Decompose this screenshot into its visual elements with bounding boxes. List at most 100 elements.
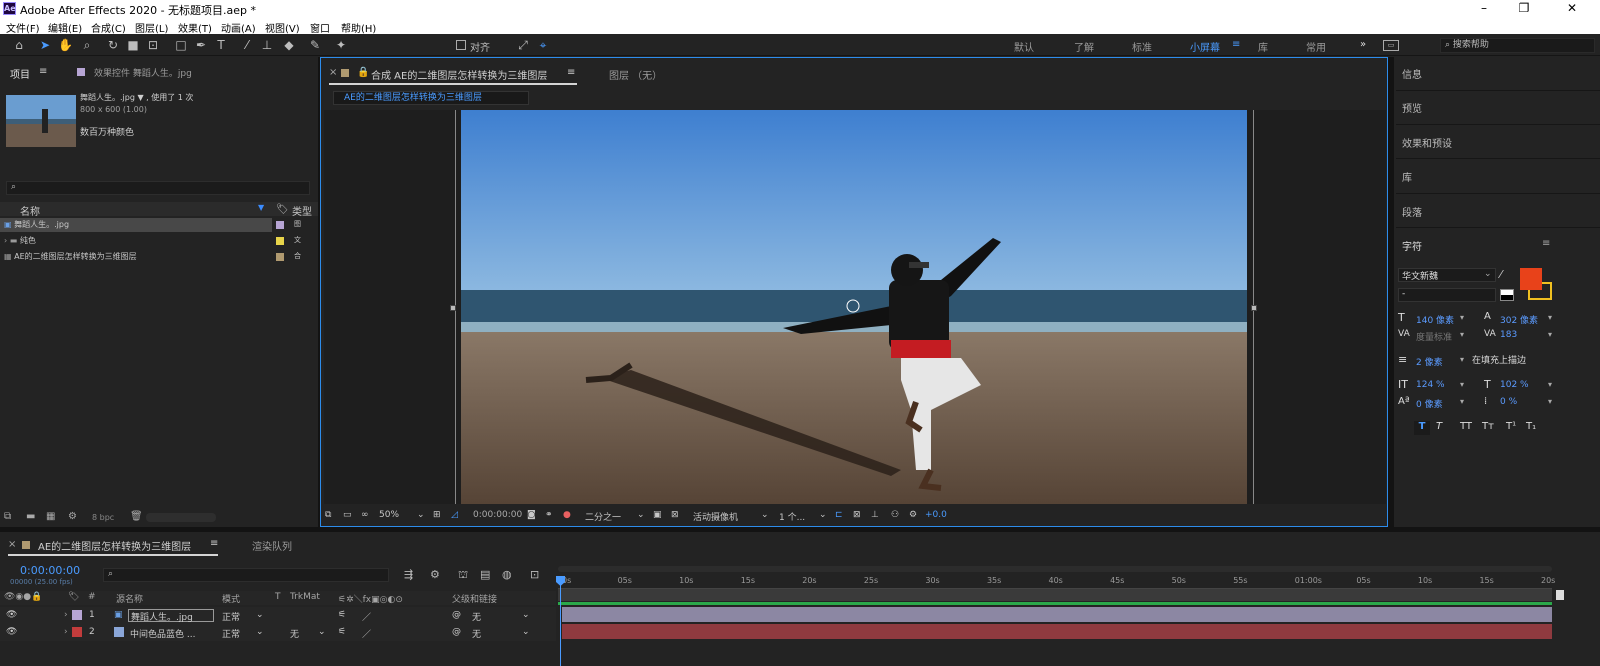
chevron-down-icon[interactable]: ▾ [1460,380,1464,389]
expand-arrow-icon[interactable]: › [64,627,68,637]
type-column-header[interactable]: 类型 [292,203,312,218]
layer-label-color[interactable] [72,610,82,620]
composition-frame-image[interactable] [461,110,1247,504]
more-workspaces-button[interactable]: » [1360,39,1366,50]
trkmat-select[interactable]: 无 [290,627,299,640]
fill-color-swatch[interactable] [1520,268,1542,290]
close-button[interactable]: ✕ [1552,0,1592,18]
character-menu-icon[interactable]: ≡ [1542,238,1550,249]
snap-icon[interactable]: ⤢ [516,38,530,52]
menu-effect[interactable]: 效果(T) [178,20,212,35]
motion-blur-icon[interactable]: ⚇ [891,510,899,520]
timeline-tab-menu-icon[interactable]: ≡ [210,538,218,549]
faux-bold-button[interactable]: T [1414,421,1430,435]
stroke-mode-select[interactable]: 在填充上描边 [1472,353,1554,367]
project-tab-menu-icon[interactable]: ≡ [39,66,47,77]
new-folder-icon[interactable]: ▬ [26,511,35,522]
tracking-value[interactable]: 183 [1500,330,1517,340]
minimize-button[interactable]: – [1464,0,1504,18]
chevron-down-icon[interactable]: ▾ [1548,330,1552,339]
layer-mode-select[interactable]: 正常 [222,627,240,640]
monitor-icon[interactable]: ▭ [343,510,352,520]
work-area-range[interactable] [558,589,1552,601]
project-folder-row[interactable]: › ▬ 纯色 [4,234,36,247]
effects-presets-panel-header[interactable]: 效果和预设 [1402,135,1452,150]
frame-handle-right[interactable] [1251,305,1257,311]
delete-icon[interactable]: 🗑 [130,511,143,522]
rectangle-tool-icon[interactable]: □ [174,38,188,52]
shy-switch-icon[interactable]: ⚟ [338,627,346,637]
parent-select[interactable]: 无 [472,627,481,640]
toggle-pixel-aspect-icon[interactable]: ⊏ [835,510,843,520]
pen-tool-icon[interactable]: ✒ [194,38,208,52]
chevron-down-icon[interactable]: ⌄ [819,510,827,520]
eyedropper-icon[interactable]: ⁄ [1500,268,1502,281]
all-caps-button[interactable]: TT [1460,421,1472,432]
view-layout-select[interactable]: 1 个... [779,510,805,523]
new-comp-icon[interactable]: ▦ [46,511,55,522]
home-icon[interactable]: ⌂ [12,38,26,52]
paragraph-panel-header[interactable]: 段落 [1402,204,1422,219]
t-column-header[interactable]: T [275,592,281,602]
chevron-down-icon[interactable]: ⌄ [522,610,530,620]
chevron-down-icon[interactable]: ▾ [1548,397,1552,406]
layer-name[interactable]: 舞蹈人生。.jpg [128,609,214,623]
workspace-learn[interactable]: 了解 [1074,39,1094,54]
expand-arrow-icon[interactable]: › [64,610,68,620]
horizontal-scale-value[interactable]: 102 % [1500,380,1529,390]
default-colors-icon[interactable] [1500,289,1514,301]
frame-handle-left[interactable] [450,305,456,311]
chevron-down-icon[interactable]: ⌄ [637,510,645,520]
shy-switch-icon[interactable]: ⚟ [338,610,346,620]
label-column-icon[interactable]: 🏷 [276,204,289,215]
zoom-slider-handle[interactable] [1556,590,1564,600]
layer-1-duration-bar[interactable] [562,607,1552,622]
chevron-down-icon[interactable]: ⌄ [761,510,769,520]
layer-name[interactable]: 中间色品蓝色 ... [130,627,195,640]
chevron-down-icon[interactable]: ▾ [1548,313,1552,322]
timeline-timecode[interactable]: 0:00:00:00 [20,564,80,577]
resolution-select[interactable]: 二分之一 [585,510,621,523]
chevron-down-icon[interactable]: ▾ [1460,355,1464,364]
lock-icon[interactable]: 🔒 [357,67,369,78]
font-style-select[interactable]: - [1398,288,1496,302]
bit-depth-button[interactable]: 8 bpc [92,513,114,522]
draft-3d-icon[interactable]: ⚙ [430,568,440,581]
layer-viewer-tab[interactable]: 图层 （无） [609,67,662,82]
render-queue-tab[interactable]: 渲染队列 [252,538,292,553]
vertical-scale-value[interactable]: 124 % [1416,380,1445,390]
layer-2-duration-bar[interactable] [562,624,1552,639]
type-tool-icon[interactable]: T [214,38,228,52]
chevron-down-icon[interactable]: ⌄ [256,610,264,620]
exposure-icon[interactable]: ⚙ [909,510,917,520]
comp-tab-menu-icon[interactable]: ≡ [567,67,575,78]
parent-select[interactable]: 无 [472,610,481,623]
character-panel-header[interactable]: 字符 [1402,238,1422,253]
chevron-down-icon[interactable]: ⌄ [256,627,264,637]
comp-mini-flowchart-icon[interactable]: ⇶ [404,568,413,581]
tsume-value[interactable]: 0 % [1500,397,1517,407]
menu-composition[interactable]: 合成(C) [91,20,126,35]
timeline-search-input[interactable]: ⌕ [103,568,389,582]
project-search-input[interactable]: ⌕ [6,181,310,195]
superscript-button[interactable]: T¹ [1506,421,1516,432]
snap-options-icon[interactable]: ⌖ [536,38,550,52]
font-size-value[interactable]: 140 像素 [1416,313,1454,326]
baseline-shift-value[interactable]: 0 像素 [1416,397,1443,410]
workspace-standard[interactable]: 标准 [1132,39,1152,54]
visibility-eye-icon[interactable]: 👁 [6,627,17,637]
workspace-common[interactable]: 常用 [1306,39,1326,54]
snapshot-camera-icon[interactable]: ◙ [527,510,536,520]
stroke-width-value[interactable]: 2 像素 [1416,355,1443,368]
menu-edit[interactable]: 编辑(E) [48,20,82,35]
trkmat-column-header[interactable]: TrkMat [290,592,320,602]
item-label-color[interactable] [276,221,284,229]
maximize-button[interactable]: ❐ [1504,0,1544,18]
chevron-down-icon[interactable]: ▾ [1460,397,1464,406]
fit-icon[interactable]: ⊞ [433,510,441,520]
subscript-button[interactable]: T₁ [1526,421,1536,432]
viewer-timecode[interactable]: 0:00:00:00 [473,510,522,520]
source-name-column-header[interactable]: 源名称 [116,592,143,605]
graph-editor-icon[interactable]: ⊡ [530,568,539,581]
small-caps-button[interactable]: Tт [1482,421,1494,432]
